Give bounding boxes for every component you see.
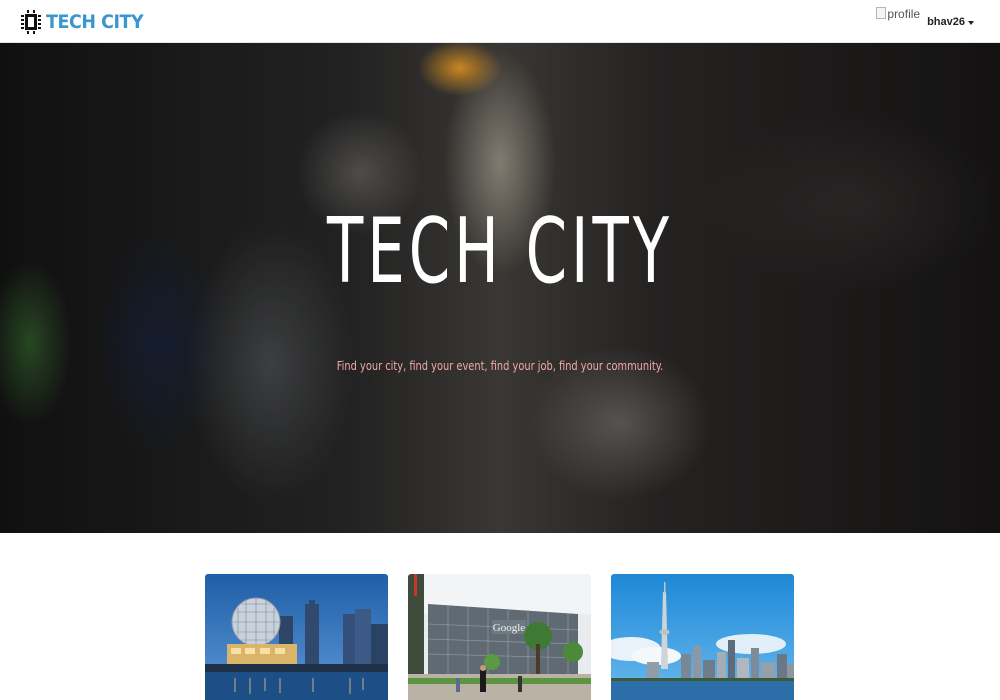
hero-subtitle: Find your city, find your event, find yo… [336,359,664,373]
caret-down-icon [968,20,974,25]
hero-title: TECH CITY [326,199,674,304]
city-card-toronto[interactable] [611,574,794,700]
user-menu: profile bhav26 [876,7,974,28]
city-card-vancouver[interactable] [205,574,388,700]
username-label: bhav26 [927,16,965,28]
google-office-image: Google [408,574,591,700]
brand-link[interactable]: TECH CITY [20,7,152,37]
brand-name: TECH CITY [46,11,144,33]
toronto-skyline-image [611,574,794,700]
top-navbar: TECH CITY profile bhav26 [0,0,1000,43]
svg-text:Google: Google [493,622,526,634]
city-cards: Google [0,574,1000,700]
profile-image-alt: profile [887,7,921,21]
user-dropdown-toggle[interactable]: bhav26 [927,16,974,28]
broken-image-icon [876,7,887,19]
city-card-google-campus[interactable]: Google [408,574,591,700]
chip-icon [21,10,41,34]
vancouver-skyline-image [205,574,388,700]
hero-banner: TECH CITY Find your city, find your even… [0,43,1000,533]
profile-image[interactable]: profile [876,7,920,25]
